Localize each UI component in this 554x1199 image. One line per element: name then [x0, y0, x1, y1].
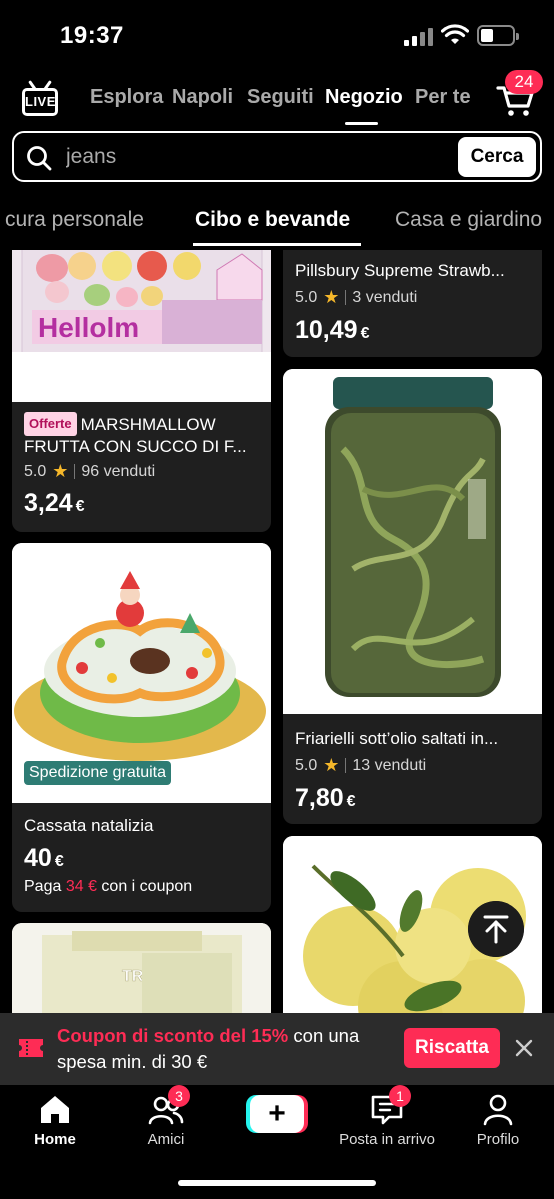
product-price: 40 € — [24, 844, 64, 872]
plus-icon: + — [250, 1095, 304, 1133]
tab-amici[interactable]: 3 Amici — [111, 1085, 221, 1148]
active-tab-indicator — [345, 122, 378, 125]
product-image — [283, 369, 542, 714]
redeem-button[interactable]: Riscatta — [404, 1028, 500, 1068]
tab-home[interactable]: Home — [0, 1085, 110, 1148]
category-cibo-e-bevande[interactable]: Cibo e bevande — [195, 208, 350, 232]
product-price: 10,49 € — [295, 316, 370, 344]
top-nav: LIVE Esplora Napoli Seguiti Negozio Per … — [0, 70, 554, 128]
coupon-banner: Coupon di sconto del 15% con una spesa m… — [0, 1013, 554, 1085]
search-icon — [27, 146, 52, 171]
product-card[interactable]: Hellolm Offerte MARSHMALLOW FRUTTA CON SU… — [12, 250, 271, 532]
tab-label: Posta in arrivo — [339, 1131, 435, 1148]
tab-label: Profilo — [476, 1131, 520, 1148]
star-icon: ★ — [52, 461, 69, 481]
live-label: LIVE — [25, 94, 56, 109]
coupon-ticket-icon — [19, 1039, 43, 1057]
coupon-price-line: Paga 34 € con i coupon — [24, 878, 193, 895]
scroll-to-top-button[interactable] — [468, 901, 524, 957]
tab-inbox[interactable]: 1 Posta in arrivo — [332, 1085, 442, 1148]
search-bar: Cerca — [12, 131, 542, 182]
battery-icon — [477, 25, 519, 46]
product-card[interactable]: TROIANO — [12, 923, 271, 1013]
product-feed: Hellolm Offerte MARSHMALLOW FRUTTA CON SU… — [0, 250, 554, 1013]
category-cura-personale[interactable]: cura personale — [5, 208, 144, 232]
tab-label: Amici — [147, 1131, 185, 1148]
product-rating: 5.0 ★ 96 venduti — [24, 461, 156, 481]
product-price: 3,24 € — [24, 489, 85, 517]
tab-negozio[interactable]: Negozio — [325, 86, 403, 109]
notification-badge: 1 — [389, 1085, 411, 1107]
category-tabs: cura personale Cibo e bevande Casa e gia… — [0, 196, 554, 248]
star-icon: ★ — [323, 755, 340, 775]
close-icon[interactable] — [513, 1037, 535, 1059]
tab-seguiti[interactable]: Seguiti — [247, 86, 314, 109]
product-price: 7,80 € — [295, 784, 356, 812]
tab-esplora[interactable]: Esplora — [90, 86, 163, 109]
product-image: Hellolm — [12, 250, 271, 402]
profile-icon — [483, 1094, 513, 1126]
live-tv-icon[interactable]: LIVE — [20, 80, 62, 120]
tab-napoli[interactable]: Napoli — [172, 86, 233, 109]
free-shipping-badge: Spedizione gratuita — [24, 761, 171, 785]
notification-badge: 3 — [168, 1085, 190, 1107]
search-input[interactable] — [66, 143, 446, 171]
cart-count-badge: 24 — [505, 70, 543, 94]
product-image-text: Hellolm — [38, 312, 139, 343]
product-title: Cassata natalizia — [24, 816, 154, 835]
product-image: TROIANO — [12, 923, 271, 1013]
wifi-icon — [441, 24, 469, 44]
active-category-indicator — [193, 243, 361, 246]
offer-badge: Offerte — [24, 412, 77, 436]
product-rating: 5.0 ★ 13 venduti — [295, 755, 427, 775]
home-indicator — [178, 1180, 376, 1186]
tab-profilo[interactable]: Profilo — [443, 1085, 553, 1148]
home-icon — [41, 1096, 69, 1123]
create-post-button[interactable]: + — [246, 1095, 308, 1133]
category-casa-e-giardino[interactable]: Casa e giardino — [395, 208, 542, 232]
product-title: Pillsbury Supreme Strawb... — [295, 261, 505, 280]
star-icon: ★ — [323, 287, 340, 307]
product-rating: 5.0 ★ 3 venduti — [295, 287, 418, 307]
search-button[interactable]: Cerca — [458, 137, 536, 177]
coupon-banner-text: Coupon di sconto del 15% con una spesa m… — [57, 1025, 360, 1072]
product-card[interactable]: Friarielli sott’olio saltati in... 5.0 ★ 1… — [283, 369, 542, 824]
product-card[interactable]: Pillsbury Supreme Strawb... 5.0 ★ 3 vendut… — [283, 250, 542, 357]
tab-per-te[interactable]: Per te — [415, 86, 471, 109]
product-title: Offerte MARSHMALLOW FRUTTA CON SUCCO DI F… — [24, 412, 261, 456]
product-card[interactable]: Spedizione gratuita Cassata natalizia 40… — [12, 543, 271, 912]
status-bar: 19:37 — [0, 0, 554, 70]
status-time: 19:37 — [60, 22, 124, 49]
cellular-signal-icon — [404, 28, 434, 46]
tab-label: Home — [34, 1131, 76, 1148]
product-title: Friarielli sott’olio saltati in... — [295, 729, 499, 748]
